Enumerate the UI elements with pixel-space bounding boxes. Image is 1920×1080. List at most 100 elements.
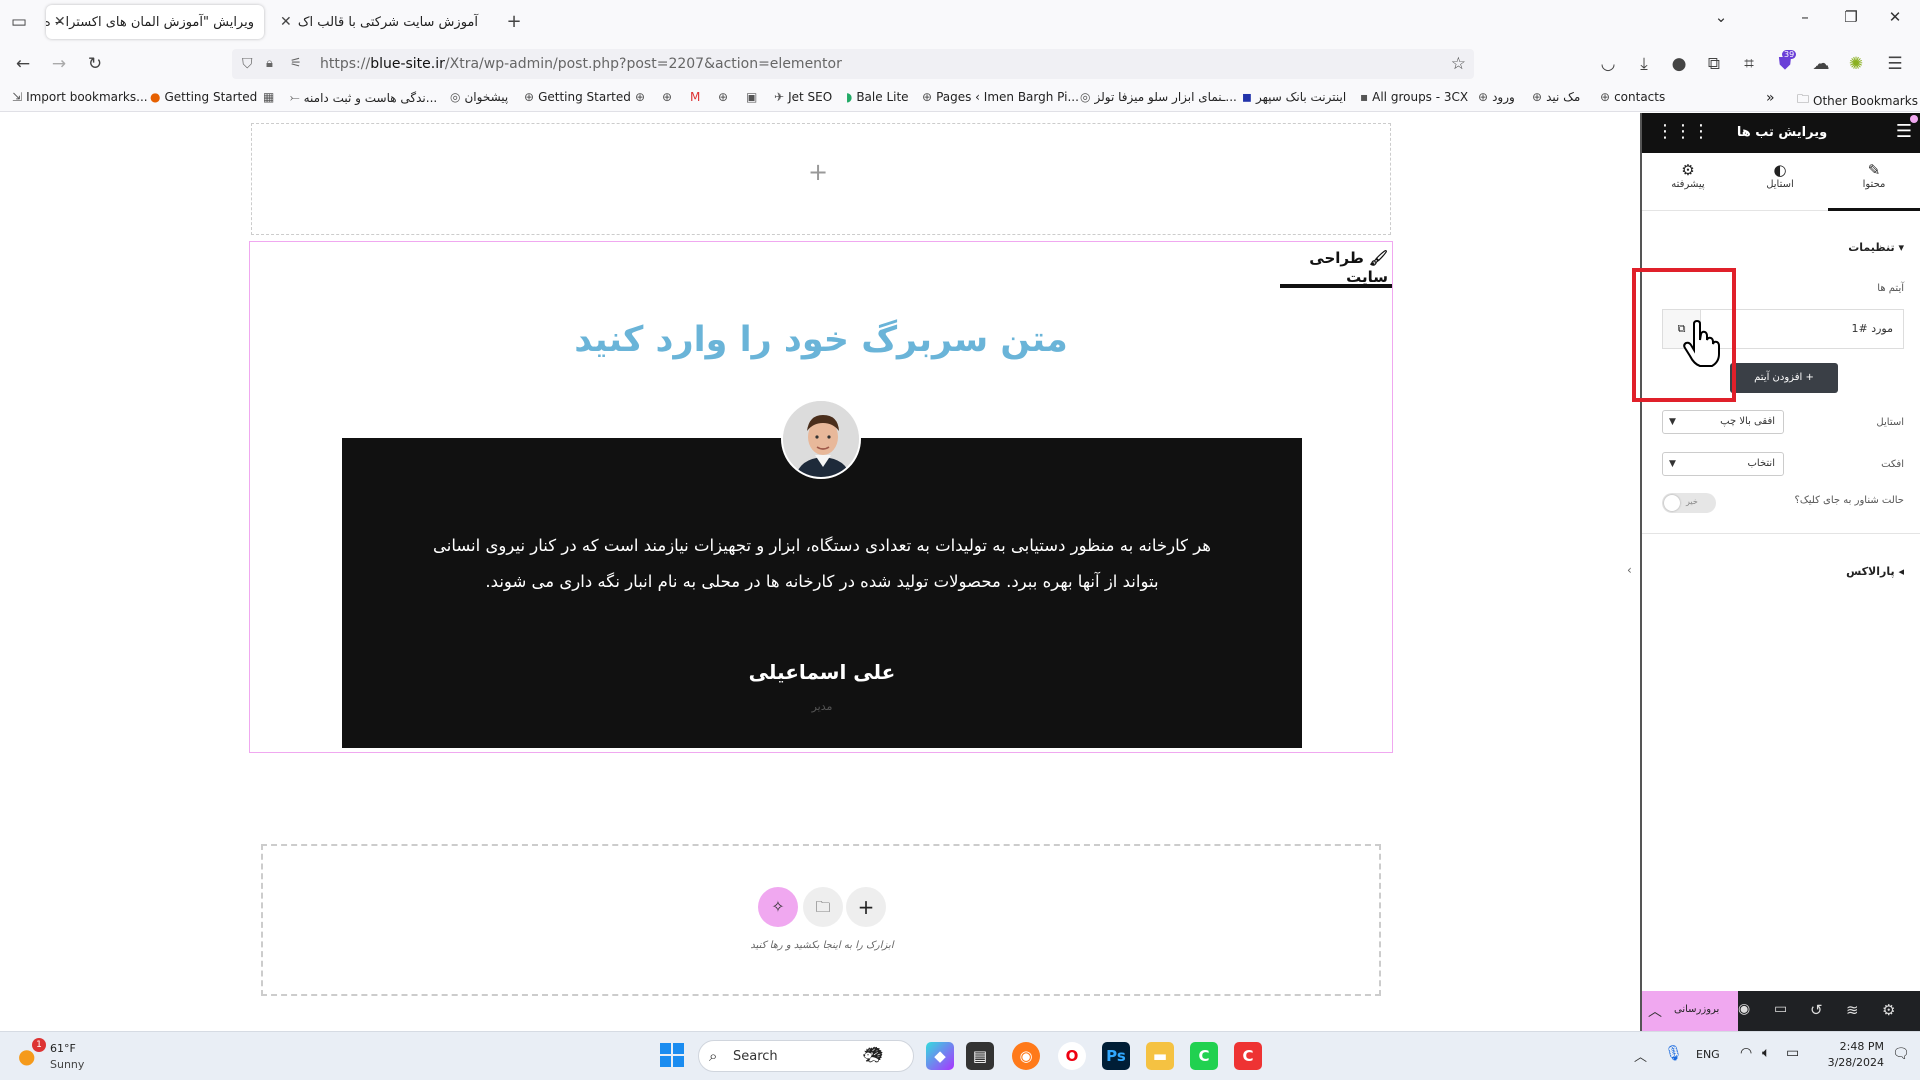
bookmark-item[interactable]: ⊕ [662, 90, 672, 104]
section-settings-toggle[interactable]: ▾ تنظیمات [1848, 241, 1904, 254]
responsive-mode-icon[interactable]: ▭ [1774, 1001, 1787, 1017]
show-hidden-icons-chevron-up-icon[interactable]: ︿ [1634, 1046, 1647, 1065]
bookmark-star-icon[interactable]: ☆ [1451, 49, 1466, 79]
bookmark-item[interactable]: ▪ All groups - 3CX [1360, 90, 1468, 104]
bookmark-item[interactable]: ⊕ contacts [1600, 90, 1665, 104]
camtasia-red-icon[interactable]: C [1234, 1042, 1262, 1070]
toggle-knob [1664, 495, 1680, 511]
section-parallax-toggle[interactable]: ◂ پارالاکس [1846, 565, 1904, 578]
opera-icon[interactable]: O [1058, 1042, 1086, 1070]
collapse-panel-icon[interactable]: ‹ [1627, 563, 1632, 577]
tab-list-icon[interactable]: ▭ [8, 12, 30, 32]
back-icon[interactable]: ← [12, 54, 34, 74]
close-tab-icon[interactable]: ✕ [280, 14, 292, 30]
copilot-icon[interactable]: ◆ [926, 1042, 954, 1070]
chevron-down-icon[interactable]: ⌄ [1706, 8, 1736, 34]
notifications-icon[interactable]: 🗨︎ [1892, 1046, 1910, 1062]
style-select[interactable]: افقی بالا چپ ▼ [1662, 410, 1784, 434]
template-folder-button[interactable]: 🗀 [803, 887, 843, 927]
tab-advanced[interactable]: ⚙ پیشرفته [1642, 155, 1734, 211]
account-icon[interactable]: ● [1668, 54, 1690, 74]
language-indicator[interactable]: ENG [1696, 1048, 1720, 1061]
extensions-icon[interactable]: ⧉ [1703, 54, 1725, 74]
bookmark-item[interactable]: ▦ [263, 90, 274, 104]
other-bookmarks[interactable]: 🗀 Other Bookmarks [1797, 90, 1918, 111]
bookmark-item[interactable]: ⊕ [635, 90, 645, 104]
permissions-icon[interactable]: ⚟ [290, 49, 302, 79]
url-bar[interactable]: ⛉ 🔒︎ ⚟ https://blue-site.ir/Xtra/wp-admi… [232, 49, 1474, 79]
tabs-widget[interactable]: 🖌︎ طراحی سایت متن سربرگ خود را وارد کنید… [249, 241, 1393, 753]
settings-icon[interactable]: ⚙ [1882, 1001, 1895, 1019]
clock-date[interactable]: 3/28/2024 [1818, 1056, 1884, 1069]
empty-section[interactable]: + [251, 123, 1391, 235]
close-tab-icon[interactable]: ✕ [54, 14, 66, 30]
download-icon[interactable]: ⤓ [1633, 54, 1655, 74]
browser-tab-strip: ▭ ویرایش "آموزش المان های اکسترا – ه ✕ آ… [0, 0, 1920, 44]
add-section-icon[interactable]: + [808, 158, 828, 186]
bookmark-label: Getting Started [538, 90, 631, 104]
tab-title-active[interactable]: 🖌︎ طراحی سایت [1280, 248, 1392, 288]
bookmark-item[interactable]: ⊕ [718, 90, 728, 104]
new-tab-button[interactable]: + [503, 11, 525, 32]
browser-tab[interactable]: آموزش سایت شرکتی با قالب اک ✕ [272, 5, 488, 39]
chevron-down-icon: ▼ [1669, 417, 1676, 427]
extension-gear-icon[interactable]: ✺ [1845, 54, 1867, 74]
publish-button[interactable]: بروزرسانی [1674, 1004, 1719, 1015]
ai-sparkle-button[interactable]: ✧ [758, 887, 798, 927]
add-section-button[interactable]: + [846, 887, 886, 927]
history-icon[interactable]: ↺ [1810, 1001, 1823, 1019]
task-view-icon[interactable]: ▤ [966, 1042, 994, 1070]
bookmark-item[interactable]: ✈ Jet SEO [774, 90, 832, 104]
windows-start-icon[interactable] [660, 1043, 684, 1067]
bookmark-item[interactable]: ◎ پیشخوان [450, 90, 508, 104]
bookmark-item[interactable]: ⊕ ورود [1478, 90, 1515, 104]
cloud-icon[interactable]: ☁ [1810, 54, 1832, 74]
bookmark-item[interactable]: ⊕ Getting Started [524, 90, 631, 104]
drop-zone[interactable]: ✧ 🗀 + ابزارک را به اینجا بکشید و رها کنی… [261, 844, 1381, 996]
publish-options-chevron-up-icon[interactable]: ︿ [1648, 1001, 1662, 1021]
reload-icon[interactable]: ↻ [84, 54, 106, 74]
bookmark-item[interactable]: ◎ ـنمای ابزار سلو میزفا تولز... [1080, 90, 1237, 104]
bookmark-item[interactable]: ▣ [746, 90, 757, 104]
tab-style[interactable]: ◐ استایل [1734, 155, 1826, 211]
weather-widget[interactable]: ● 1 61°F Sunny [18, 1038, 148, 1074]
preview-eye-icon[interactable]: ◉ [1738, 1001, 1750, 1017]
widgets-grid-icon[interactable]: ⋮⋮⋮ [1656, 121, 1710, 142]
taskbar-search[interactable]: ⌕ Search 🦔︎ [698, 1040, 914, 1072]
bookmark-item[interactable]: ⇲ Import bookmarks... [12, 90, 148, 104]
close-window-icon[interactable]: ✕ [1880, 8, 1910, 34]
firefox-taskbar-icon[interactable]: ◉ [1012, 1042, 1040, 1070]
bookmark-item[interactable]: ◗ Bale Lite [846, 90, 909, 104]
minimize-icon[interactable]: – [1790, 8, 1820, 34]
add-item-button[interactable]: + افزودن آیتم [1730, 363, 1838, 393]
microphone-icon[interactable]: 🎙︎ [1664, 1044, 1683, 1062]
hover-toggle[interactable]: خیر [1662, 493, 1716, 513]
bookmark-item[interactable]: ⊕ مک نید [1532, 90, 1580, 104]
menu-icon[interactable]: ☰ [1884, 54, 1906, 74]
effect-select[interactable]: انتخاب ▼ [1662, 452, 1784, 476]
navigator-layers-icon[interactable]: ≋ [1846, 1001, 1859, 1019]
forward-icon[interactable]: → [48, 54, 70, 74]
browser-tab-active[interactable]: ویرایش "آموزش المان های اکسترا – ه ✕ [46, 5, 264, 39]
bookmark-item[interactable]: ◼ اینترنت بانک سپهر [1242, 90, 1346, 104]
volume-icon[interactable]: 🔈︎ [1762, 1045, 1770, 1061]
pocket-icon[interactable]: ◡ [1597, 54, 1619, 74]
photoshop-icon[interactable]: Ps [1102, 1042, 1130, 1070]
drop-hint: ابزارک را به اینجا بکشید و رها کنید [750, 940, 894, 951]
wifi-icon[interactable]: ◠ [1740, 1045, 1752, 1061]
bookmark-item[interactable]: ⤚ ندگی هاست و ثبت دامنه... [290, 90, 437, 105]
battery-icon[interactable]: ▭ [1786, 1045, 1799, 1061]
camtasia-green-icon[interactable]: C [1190, 1042, 1218, 1070]
bookmark-item[interactable]: ⊕ Pages ‹ Imen Bargh Pi... [922, 90, 1079, 104]
bookmark-item[interactable]: ● Getting Started [150, 90, 257, 104]
testimonial-text: هر کارخانه به منظور دستیابی به تولیدات ب… [432, 536, 1212, 591]
restore-icon[interactable]: ❐ [1836, 8, 1866, 34]
bookmark-item[interactable]: M [690, 90, 700, 104]
repeater-item-title[interactable]: مورد #1 [1852, 322, 1894, 335]
file-explorer-icon[interactable]: ▬ [1146, 1042, 1174, 1070]
tab-content[interactable]: ✎ محتوا [1828, 155, 1920, 211]
more-bookmarks-button[interactable]: » [1766, 90, 1775, 106]
hamburger-menu-icon[interactable]: ☰ [1896, 121, 1912, 142]
clock-time[interactable]: 2:48 PM [1822, 1040, 1884, 1053]
crop-icon[interactable]: ⌗ [1738, 54, 1760, 74]
